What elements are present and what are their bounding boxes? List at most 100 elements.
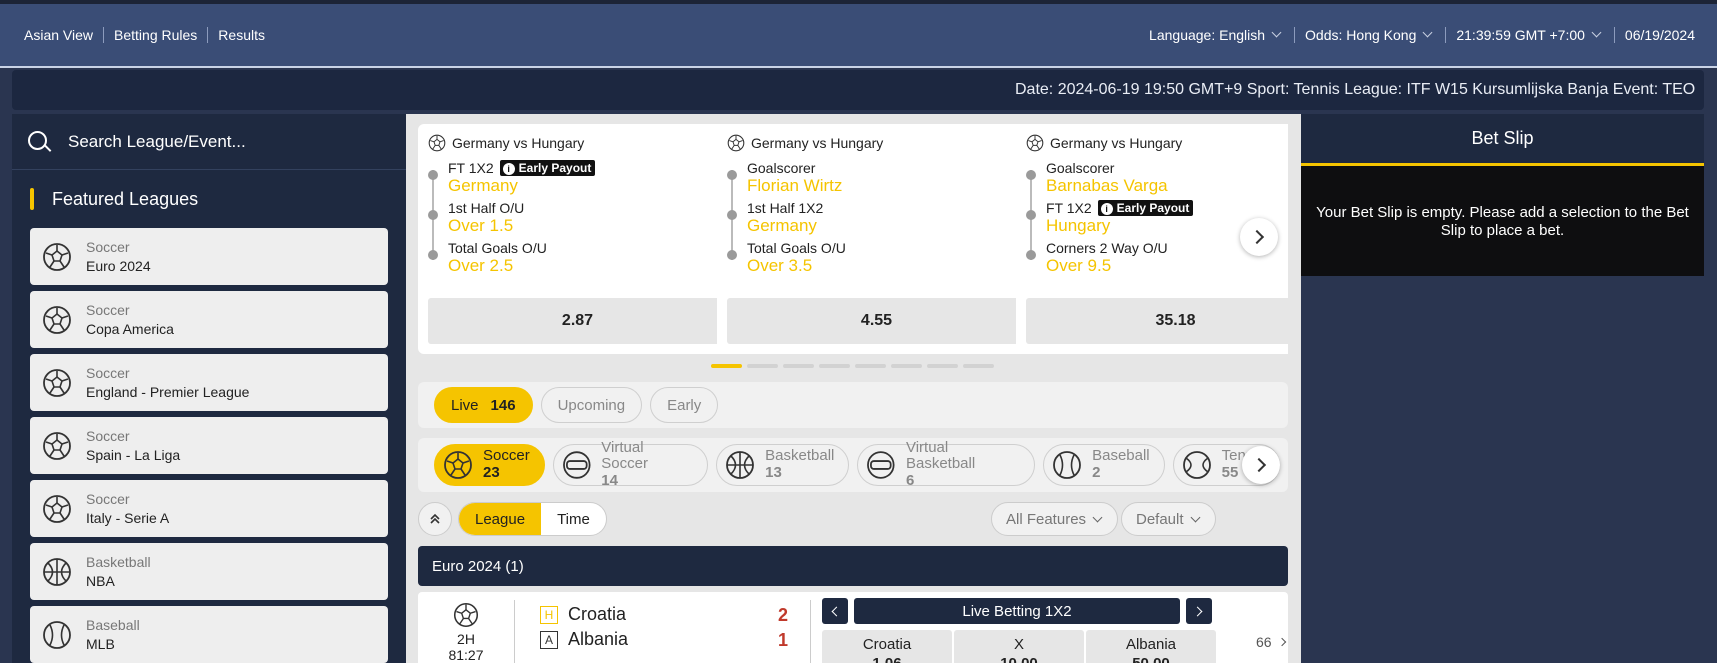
selection-dot <box>1026 250 1036 260</box>
chevron-right-icon <box>1278 637 1287 647</box>
accent-bar <box>30 188 34 210</box>
sort-time-button[interactable]: Time <box>541 503 606 535</box>
pager-dot[interactable] <box>747 364 778 368</box>
pager-dot[interactable] <box>891 364 922 368</box>
selection-dot <box>428 250 438 260</box>
sport-filter-soccer[interactable]: Soccer 23 <box>434 444 545 486</box>
card-match-name: Germany vs Hungary <box>1050 135 1183 151</box>
info-icon: i <box>502 163 515 175</box>
pager-dot[interactable] <box>855 364 886 368</box>
odds-button-home[interactable]: Croatia 1.06 <box>822 630 952 663</box>
sports-next-button[interactable] <box>1242 446 1280 484</box>
featured-bet-card[interactable]: Germany vs Hungary FT 1X2 i Early Payout G… <box>418 124 737 354</box>
chevron-left-icon <box>831 606 842 616</box>
more-markets-link[interactable]: 66 <box>1256 634 1287 650</box>
divider <box>1445 27 1447 43</box>
chevron-down-icon <box>1271 27 1282 38</box>
selection-dot <box>428 170 438 180</box>
sport-name: Virtual Soccer <box>601 439 648 472</box>
match-time: 2H 81:27 <box>418 602 514 663</box>
league-group-header[interactable]: Euro 2024 (1) <box>418 546 1288 586</box>
order-dropdown-label: Default <box>1136 510 1184 528</box>
language-selector[interactable]: Language: English <box>1149 27 1284 43</box>
outcome-odds: 10.00 <box>954 655 1084 663</box>
selection-pick: Over 1.5 <box>448 216 514 235</box>
odds-button-draw[interactable]: X 10.00 <box>954 630 1084 663</box>
featured-league-item[interactable]: Soccer Euro 2024 <box>30 228 388 285</box>
baseball-icon <box>1052 450 1082 480</box>
sport-count: 23 <box>483 464 500 481</box>
pager-dot[interactable] <box>819 364 850 368</box>
sport-name: Baseball <box>1092 447 1150 464</box>
featured-league-item[interactable]: Soccer Copa America <box>30 291 388 348</box>
card-match-name: Germany vs Hungary <box>452 135 585 151</box>
selection-dot <box>727 250 737 260</box>
sort-league-button[interactable]: League <box>459 503 542 535</box>
featured-league-item[interactable]: Soccer England - Premier League <box>30 354 388 411</box>
time-filter-early[interactable]: Early <box>650 387 719 423</box>
league-text: Soccer Spain - La Liga <box>86 427 180 465</box>
search-icon <box>26 129 52 155</box>
soccer-ball-icon <box>428 134 446 152</box>
odds-selector[interactable]: Odds: Hong Kong <box>1305 27 1435 43</box>
selection-dot <box>727 170 737 180</box>
outcome-odds: 50.00 <box>1086 655 1216 663</box>
league-name: Euro 2024 <box>86 257 151 274</box>
time-filter-live[interactable]: Live 146 <box>434 387 533 423</box>
bet-slip-title: Bet Slip <box>1301 114 1704 166</box>
featured-league-item[interactable]: Soccer Italy - Serie A <box>30 480 388 537</box>
pager-dot[interactable] <box>927 364 958 368</box>
match-clock: 81:27 <box>448 647 484 663</box>
collapse-all-button[interactable] <box>418 502 452 536</box>
league-text: Basketball NBA <box>86 553 151 591</box>
sport-filter-basketball[interactable]: Basketball 13 <box>716 444 850 486</box>
time-filter-upcoming[interactable]: Upcoming <box>540 387 643 423</box>
odds-button-away[interactable]: Albania 50.00 <box>1086 630 1216 663</box>
betting-rules-link[interactable]: Betting Rules <box>114 27 197 43</box>
featured-league-item[interactable]: Baseball MLB <box>30 606 388 663</box>
league-name: NBA <box>86 572 115 589</box>
league-sport: Soccer <box>86 364 130 381</box>
order-dropdown[interactable]: Default <box>1121 502 1216 536</box>
card-odds-button[interactable]: 4.55 <box>727 298 1026 344</box>
pager-dot[interactable] <box>963 364 994 368</box>
card-odds-button[interactable]: 2.87 <box>428 298 727 344</box>
market-next-button[interactable] <box>1186 598 1212 624</box>
league-group-title: Euro 2024 (1) <box>432 557 524 575</box>
card-odds-button[interactable]: 35.18 <box>1026 298 1288 344</box>
selection-pick: Florian Wirtz <box>747 176 843 195</box>
selection-market: Total Goals O/U <box>747 240 846 256</box>
outcome-label: Croatia <box>862 636 912 653</box>
league-name: England - Premier League <box>86 383 250 400</box>
sport-count: 2 <box>1092 464 1101 481</box>
selection-dot <box>1026 210 1036 220</box>
sports-filter-bar: Soccer 23 Virtual Soccer 14 Basketball 1… <box>418 438 1288 492</box>
selection-dot <box>727 210 737 220</box>
selection-market: FT 1X2 i Early Payout <box>448 160 596 176</box>
pager-dot[interactable] <box>783 364 814 368</box>
search-box[interactable]: Search League/Event... <box>12 114 406 170</box>
featured-league-item[interactable]: Soccer Spain - La Liga <box>30 417 388 474</box>
timezone-selector[interactable]: 21:39:59 GMT +7:00 <box>1456 27 1604 43</box>
pager-dot[interactable] <box>711 364 742 368</box>
featured-bet-card[interactable]: Germany vs Hungary Goalscorer Florian Wi… <box>717 124 1036 354</box>
selection-market: FT 1X2 i Early Payout <box>1046 200 1194 216</box>
more-markets-count: 66 <box>1256 634 1272 650</box>
sport-filter-baseball[interactable]: Baseball 2 <box>1043 444 1165 486</box>
sport-filter-virtual-soccer[interactable]: Virtual Soccer 14 <box>552 440 709 489</box>
sport-text: Virtual Basketball 6 <box>906 440 1020 490</box>
away-team: A Albania <box>540 629 628 650</box>
results-link[interactable]: Results <box>218 27 265 43</box>
chevron-down-icon <box>1591 27 1602 38</box>
asian-view-link[interactable]: Asian View <box>24 27 93 43</box>
features-dropdown[interactable]: All Features <box>991 502 1119 536</box>
sport-filter-virtual-basketball[interactable]: Virtual Basketball 6 <box>857 440 1036 489</box>
league-sport: Soccer <box>86 490 130 507</box>
featured-league-item[interactable]: Basketball NBA <box>30 543 388 600</box>
carousel-next-button[interactable] <box>1240 218 1278 256</box>
chevron-right-icon <box>1251 457 1267 473</box>
baseball-icon <box>42 620 72 650</box>
market-prev-button[interactable] <box>822 598 848 624</box>
badge-label: Early Payout <box>1116 201 1190 215</box>
info-icon: i <box>1100 203 1113 215</box>
